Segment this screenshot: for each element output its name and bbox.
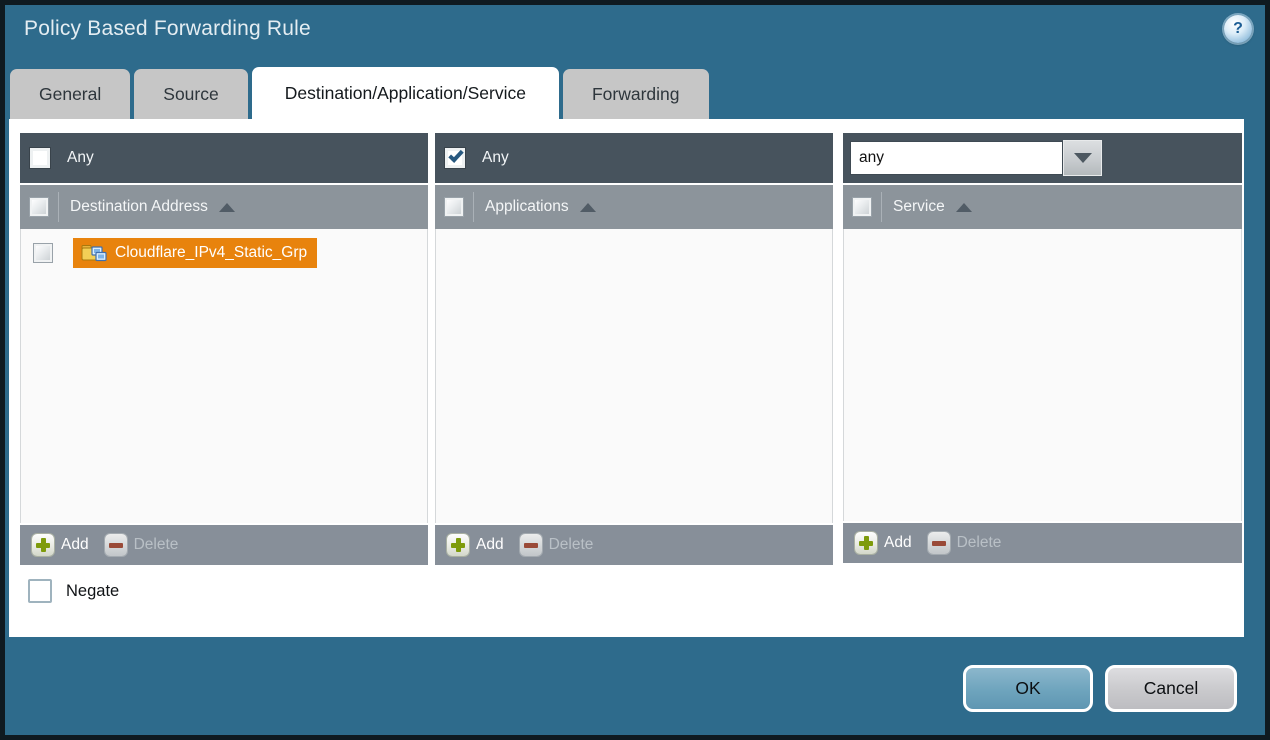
header-divider [473,192,474,222]
negate-label: Negate [66,582,119,601]
delete-icon[interactable] [105,534,127,556]
negate-checkbox[interactable] [28,579,52,603]
service-column: any Service Add Delete [843,133,1242,563]
delete-icon[interactable] [928,532,950,554]
destination-any-label: Any [67,149,94,167]
applications-header-label[interactable]: Applications [485,198,569,216]
add-icon[interactable] [32,534,54,556]
list-item: Cloudflare_IPv4_Static_Grp [21,234,427,272]
applications-any-checkbox[interactable] [445,148,465,168]
dropdown-button[interactable] [1064,141,1101,175]
tab-source[interactable]: Source [134,69,247,120]
destination-any-row: Any [20,133,428,183]
header-divider [881,192,882,222]
checkmark-icon [448,147,463,163]
applications-add-button[interactable]: Add [476,536,504,554]
applications-column: Any Applications Add Delete [435,133,833,565]
sort-ascending-icon[interactable] [580,203,596,212]
applications-header-row: Applications [435,183,833,229]
service-mode-dropdown-value[interactable]: any [850,141,1063,175]
destination-footer-bar: Add Delete [20,523,428,565]
destination-address-item-label: Cloudflare_IPv4_Static_Grp [115,244,307,262]
chevron-down-icon [1074,153,1092,163]
sort-ascending-icon[interactable] [956,203,972,212]
item-checkbox[interactable] [34,244,52,262]
destination-address-column: Any Destination Address [20,133,428,565]
service-mode-dropdown: any [850,141,1101,175]
add-icon[interactable] [447,534,469,556]
service-delete-button[interactable]: Delete [957,534,1002,552]
dialog-title: Policy Based Forwarding Rule [24,17,311,41]
service-header-label[interactable]: Service [893,198,945,216]
tab-bar: General Source Destination/Application/S… [10,68,709,120]
applications-footer-bar: Add Delete [435,523,833,565]
ok-button[interactable]: OK [963,665,1093,712]
applications-select-all-checkbox[interactable] [445,198,463,216]
destination-any-checkbox[interactable] [30,148,50,168]
service-footer-bar: Add Delete [843,521,1242,563]
cancel-button[interactable]: Cancel [1105,665,1237,712]
destination-delete-button[interactable]: Delete [134,536,179,554]
service-list [843,229,1242,521]
destination-address-item[interactable]: Cloudflare_IPv4_Static_Grp [73,238,317,268]
help-question-glyph: ? [1233,20,1243,38]
destination-address-header-label[interactable]: Destination Address [70,198,208,216]
applications-any-label: Any [482,149,509,167]
negate-row: Negate [28,579,119,603]
tab-general[interactable]: General [10,69,130,120]
applications-any-row: Any [435,133,833,183]
tab-content-panel: Any Destination Address [9,119,1244,637]
header-divider [58,192,59,222]
pbf-rule-dialog: Policy Based Forwarding Rule ? General S… [0,0,1270,740]
add-icon[interactable] [855,532,877,554]
tab-forwarding[interactable]: Forwarding [563,69,709,120]
destination-address-header-row: Destination Address [20,183,428,229]
service-add-button[interactable]: Add [884,534,912,552]
service-select-all-checkbox[interactable] [853,198,871,216]
destination-add-button[interactable]: Add [61,536,89,554]
service-dropdown-row: any [843,133,1242,183]
address-group-icon [81,243,107,264]
applications-delete-button[interactable]: Delete [549,536,594,554]
help-icon[interactable]: ? [1224,15,1252,43]
tab-destination-application-service[interactable]: Destination/Application/Service [252,67,559,120]
applications-list [435,229,833,523]
service-header-row: Service [843,183,1242,229]
destination-address-list: Cloudflare_IPv4_Static_Grp [20,229,428,523]
delete-icon[interactable] [520,534,542,556]
destination-select-all-checkbox[interactable] [30,198,48,216]
sort-ascending-icon[interactable] [219,203,235,212]
